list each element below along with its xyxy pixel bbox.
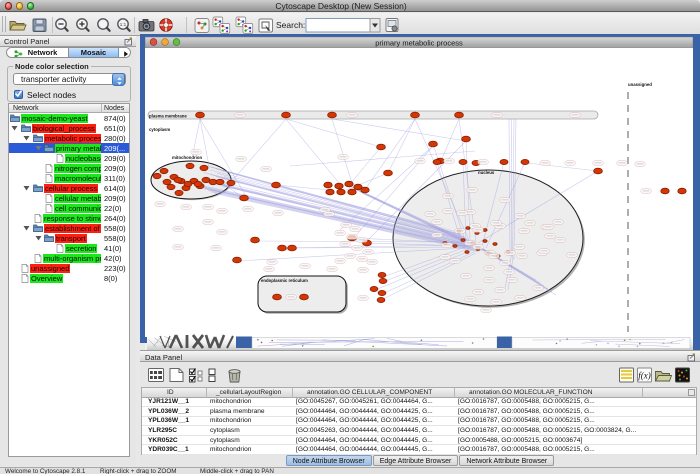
svg-text:cytoplasm: cytoplasm xyxy=(149,127,170,132)
svg-text:mitochondrion: mitochondrion xyxy=(172,155,202,160)
svg-text:1:1: 1:1 xyxy=(120,22,127,27)
svg-text:plasma membrane: plasma membrane xyxy=(149,114,187,119)
svg-text:primary metabolic process: primary metabolic process xyxy=(375,39,463,48)
svg-text:endoplasmic reticulum: endoplasmic reticulum xyxy=(261,278,308,283)
svg-text:Search:: Search: xyxy=(276,20,305,30)
svg-text:f(x): f(x) xyxy=(638,371,651,381)
svg-text:unassigned: unassigned xyxy=(628,82,652,87)
svg-text:nucleus: nucleus xyxy=(478,170,495,175)
